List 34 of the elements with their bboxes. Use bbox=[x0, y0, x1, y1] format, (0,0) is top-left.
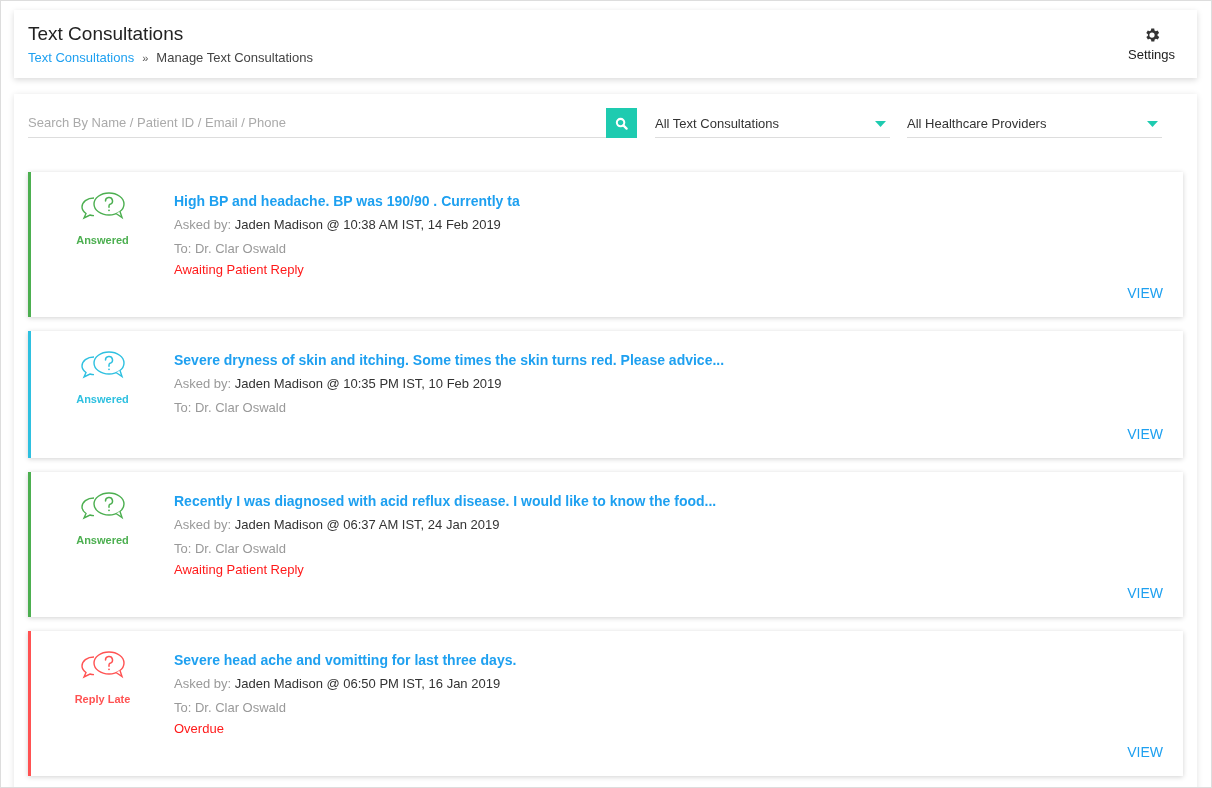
consultation-title[interactable]: Severe head ache and vomitting for last three days. bbox=[174, 652, 517, 668]
provider-select[interactable]: All Healthcare Providers bbox=[907, 110, 1162, 138]
status-note: Awaiting Patient Reply bbox=[174, 262, 305, 277]
asked-by-text: Asked by: Jaden Madison @ 10:35 PM IST, 10 Feb 2019 bbox=[174, 376, 503, 391]
search-icon bbox=[615, 116, 628, 130]
recipient-text: To: Dr. Clar Oswald bbox=[174, 700, 287, 715]
view-link[interactable]: VIEW bbox=[1127, 426, 1163, 442]
breadcrumb-link[interactable]: Text Consultations bbox=[28, 50, 135, 65]
status-label: Answered bbox=[76, 393, 129, 405]
breadcrumb-current: Manage Text Consultations bbox=[156, 50, 313, 65]
view-link[interactable]: VIEW bbox=[1127, 585, 1163, 601]
search-button[interactable] bbox=[606, 108, 637, 138]
consultation-title[interactable]: Severe dryness of skin and itching. Some times the skin turns red. Please advice... bbox=[174, 352, 725, 368]
status-note: Overdue bbox=[174, 721, 225, 736]
asked-by-text: Asked by: Jaden Madison @ 10:38 AM IST, 14 Feb 2019 bbox=[174, 217, 502, 232]
asked-by-text: Asked by: Jaden Madison @ 06:37 AM IST, 24 Jan 2019 bbox=[174, 517, 501, 532]
page-title: Text Consultations bbox=[28, 23, 185, 45]
breadcrumb-separator: » bbox=[142, 51, 149, 64]
status-label: Reply Late bbox=[74, 693, 131, 705]
status-note: Awaiting Patient Reply bbox=[174, 562, 305, 577]
status-label: Answered bbox=[76, 534, 129, 546]
settings-button[interactable]: Settings bbox=[1120, 26, 1183, 62]
asked-by-text: Asked by: Jaden Madison @ 06:50 PM IST, 16 Jan 2019 bbox=[174, 676, 502, 691]
caret-icon bbox=[1147, 120, 1158, 127]
recipient-text: To: Dr. Clar Oswald bbox=[174, 400, 287, 415]
consultation-title[interactable]: High BP and headache. BP was 190/90 . Currently ta bbox=[174, 193, 520, 209]
view-link[interactable]: VIEW bbox=[1127, 285, 1163, 301]
consultation-title[interactable]: Recently I was diagnosed with acid reflux disease. I would like to know the food... bbox=[174, 493, 717, 509]
recipient-text: To: Dr. Clar Oswald bbox=[174, 241, 287, 256]
consultation-type-select[interactable]: All Text Consultations bbox=[655, 110, 890, 138]
caret-icon bbox=[875, 120, 886, 127]
view-link[interactable]: VIEW bbox=[1127, 744, 1163, 760]
status-label: Answered bbox=[76, 234, 129, 246]
recipient-text: To: Dr. Clar Oswald bbox=[174, 541, 287, 556]
